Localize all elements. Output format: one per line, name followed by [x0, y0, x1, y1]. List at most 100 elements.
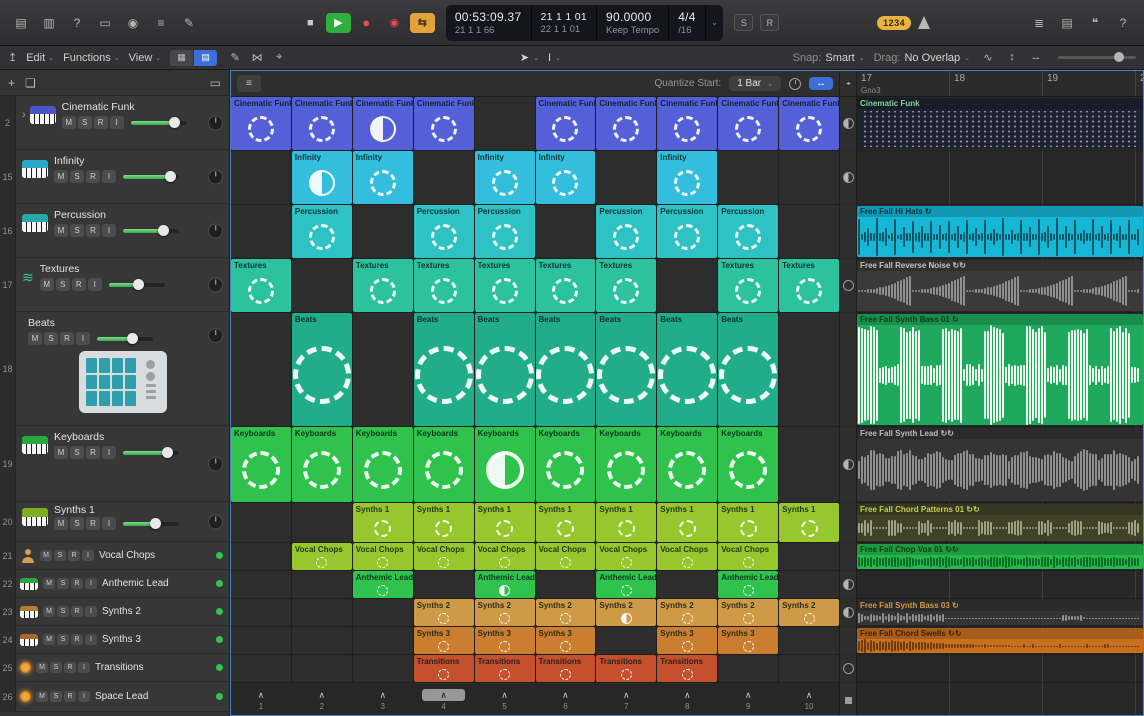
- loop-cell[interactable]: Cinematic Funk: [231, 97, 291, 150]
- region[interactable]: Free Fall Chop Vox 01 ↻↻: [857, 544, 1143, 569]
- empty-cell[interactable]: [292, 259, 352, 312]
- volume-slider-knob[interactable]: [169, 117, 180, 128]
- loop-cell[interactable]: Vocal Chops: [414, 543, 474, 570]
- track-header[interactable]: 20Synths 1MSRI: [0, 502, 229, 542]
- empty-cell[interactable]: [353, 599, 413, 626]
- loop-cell[interactable]: Anthemic Lead: [353, 571, 413, 598]
- mute-button[interactable]: M: [28, 332, 42, 345]
- loop-cell[interactable]: Anthemic Lead: [475, 571, 535, 598]
- input-monitor-button[interactable]: I: [76, 332, 90, 345]
- loop-cell[interactable]: Synths 2: [475, 599, 535, 626]
- loop-cell[interactable]: Synths 3: [475, 627, 535, 654]
- input-monitor-dot[interactable]: [216, 664, 223, 671]
- empty-cell[interactable]: [718, 655, 778, 682]
- loop-cell[interactable]: Transitions: [536, 655, 596, 682]
- mute-button[interactable]: M: [36, 691, 48, 702]
- cell-playback-toggle[interactable]: [843, 663, 854, 674]
- loop-cell[interactable]: Synths 1: [414, 503, 474, 542]
- replace-button[interactable]: R: [760, 14, 779, 31]
- pan-knob[interactable]: [208, 115, 223, 130]
- volume-slider-knob[interactable]: [133, 279, 144, 290]
- region[interactable]: Free Fall Synth Lead ↻↻: [857, 428, 1143, 501]
- library-icon[interactable]: ▤: [10, 13, 32, 33]
- waveform-zoom-icon[interactable]: ∿: [979, 51, 997, 64]
- volume-slider[interactable]: [123, 522, 179, 526]
- empty-cell[interactable]: [231, 543, 291, 570]
- mute-button[interactable]: M: [36, 662, 48, 673]
- divider-toggle-icon[interactable]: ◂▸: [840, 71, 856, 97]
- input-monitor-button[interactable]: I: [110, 116, 124, 129]
- empty-cell[interactable]: [231, 205, 291, 258]
- pan-knob[interactable]: [208, 277, 223, 292]
- view-menu[interactable]: View⌄: [129, 52, 162, 64]
- zoom-slider[interactable]: [1058, 56, 1136, 59]
- loop-cell[interactable]: Synths 2: [779, 599, 839, 626]
- solo-button[interactable]: S: [56, 278, 70, 291]
- secondary-tool-menu[interactable]: I⌄: [548, 52, 561, 64]
- empty-cell[interactable]: [353, 313, 413, 426]
- solo-button[interactable]: S: [57, 578, 69, 589]
- record-arm-button[interactable]: R: [71, 634, 83, 645]
- functions-menu[interactable]: Functions⌄: [63, 52, 120, 64]
- loop-cell[interactable]: Synths 2: [414, 599, 474, 626]
- record-arm-button[interactable]: R: [86, 517, 100, 530]
- empty-cell[interactable]: [292, 655, 352, 682]
- track-header[interactable]: 19KeyboardsMSRI: [0, 426, 229, 502]
- empty-cell[interactable]: [475, 97, 535, 150]
- smart-controls-icon[interactable]: ◉: [122, 13, 144, 33]
- solo-button[interactable]: S: [70, 170, 84, 183]
- loop-cell[interactable]: Beats: [414, 313, 474, 426]
- empty-cell[interactable]: [779, 313, 839, 426]
- input-monitor-dot[interactable]: [216, 608, 223, 615]
- loop-cell[interactable]: Keyboards: [657, 427, 717, 502]
- empty-cell[interactable]: [779, 655, 839, 682]
- loop-cell[interactable]: Synths 1: [596, 503, 656, 542]
- empty-cell[interactable]: [231, 571, 291, 598]
- loop-cell[interactable]: Synths 2: [718, 599, 778, 626]
- bar-ruler[interactable]: 17181920 Gno3: [857, 71, 1143, 97]
- loop-cell[interactable]: Synths 1: [779, 503, 839, 542]
- cycle-button[interactable]: ⇆: [410, 13, 435, 33]
- solo-button[interactable]: S: [57, 634, 69, 645]
- loop-cell[interactable]: Vocal Chops: [536, 543, 596, 570]
- record-arm-button[interactable]: R: [60, 332, 74, 345]
- empty-cell[interactable]: [353, 205, 413, 258]
- volume-slider-knob[interactable]: [127, 333, 138, 344]
- loop-cell[interactable]: Cinematic Funk: [657, 97, 717, 150]
- loop-cell[interactable]: Textures: [779, 259, 839, 312]
- input-monitor-button[interactable]: I: [102, 446, 116, 459]
- browsers-icon[interactable]: ▤: [1056, 13, 1078, 33]
- draw-icon[interactable]: ✎: [226, 51, 244, 64]
- input-monitor-dot[interactable]: [216, 636, 223, 643]
- input-monitor-button[interactable]: I: [102, 224, 116, 237]
- loop-cell[interactable]: Percussion: [596, 205, 656, 258]
- quick-help-icon[interactable]: ?: [66, 13, 88, 33]
- loop-cell[interactable]: Percussion: [292, 205, 352, 258]
- empty-cell[interactable]: [536, 571, 596, 598]
- loop-cell[interactable]: Synths 2: [536, 599, 596, 626]
- empty-cell[interactable]: [292, 627, 352, 654]
- solo-button[interactable]: S: [70, 446, 84, 459]
- loop-cell[interactable]: Cinematic Funk: [292, 97, 352, 150]
- loop-cell[interactable]: Transitions: [657, 655, 717, 682]
- loop-cell[interactable]: Anthemic Lead: [596, 571, 656, 598]
- mute-button[interactable]: M: [43, 578, 55, 589]
- input-monitor-dot[interactable]: [216, 580, 223, 587]
- input-monitor-button[interactable]: I: [88, 278, 102, 291]
- loop-cell[interactable]: Vocal Chops: [596, 543, 656, 570]
- loop-cell[interactable]: Cinematic Funk: [414, 97, 474, 150]
- loop-cell[interactable]: Synths 1: [475, 503, 535, 542]
- pointer-tool-menu[interactable]: ➤⌄: [520, 51, 539, 64]
- mute-button[interactable]: M: [54, 517, 68, 530]
- header-panel-icon[interactable]: ▭: [210, 76, 221, 90]
- scene-trigger[interactable]: ∧1: [231, 689, 291, 711]
- record-arm-button[interactable]: R: [94, 116, 108, 129]
- empty-cell[interactable]: [779, 543, 839, 570]
- cell-playback-toggle[interactable]: [843, 607, 854, 618]
- empty-cell[interactable]: [353, 655, 413, 682]
- scene-trigger[interactable]: ∧2: [292, 689, 352, 711]
- loop-cell[interactable]: Synths 1: [657, 503, 717, 542]
- track-header[interactable]: 21MSRIVocal Chops: [0, 542, 229, 570]
- loop-cell[interactable]: Infinity: [536, 151, 596, 204]
- record-arm-button[interactable]: R: [86, 224, 100, 237]
